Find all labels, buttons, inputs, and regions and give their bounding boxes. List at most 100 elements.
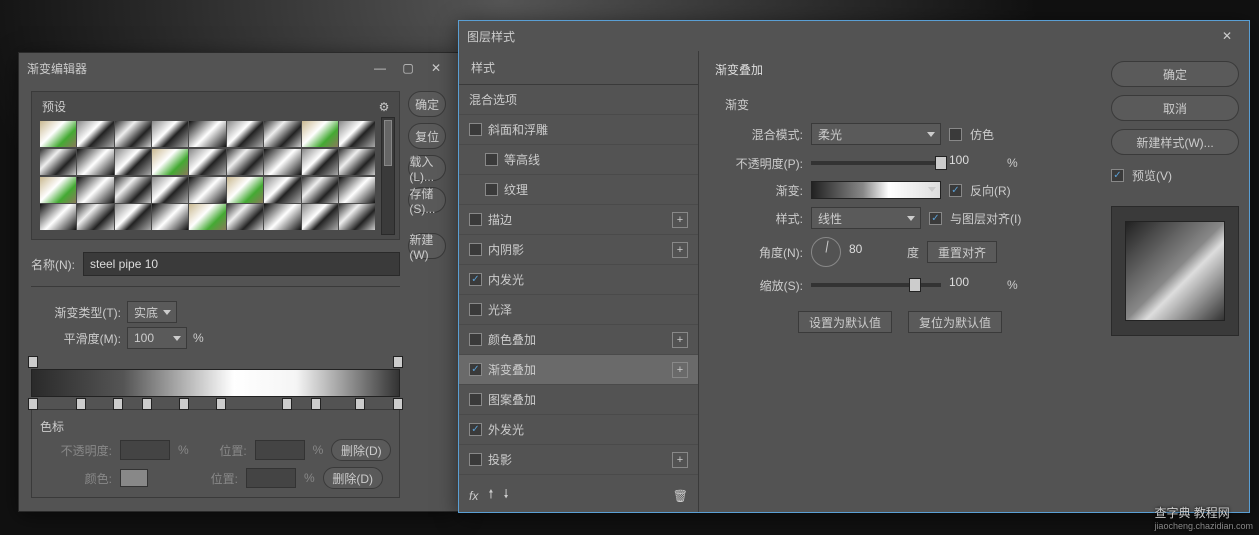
preset-swatch[interactable] — [227, 204, 263, 230]
opacity-value[interactable]: 100 — [949, 153, 999, 173]
opacity-slider[interactable] — [811, 161, 941, 165]
style-item-纹理[interactable]: 纹理 — [459, 175, 698, 205]
style-checkbox[interactable] — [469, 273, 482, 286]
angle-dial[interactable] — [811, 237, 841, 267]
preset-swatch[interactable] — [115, 204, 151, 230]
color-stop[interactable] — [311, 398, 321, 410]
style-item-描边[interactable]: 描边+ — [459, 205, 698, 235]
cancel-button[interactable]: 取消 — [1111, 95, 1239, 121]
ok-button[interactable]: 确定 — [1111, 61, 1239, 87]
color-stop[interactable] — [142, 398, 152, 410]
smoothness-input[interactable]: 100 — [127, 327, 187, 349]
reset-default-button[interactable]: 复位为默认值 — [908, 311, 1002, 333]
preset-swatch[interactable] — [77, 204, 113, 230]
preset-swatch[interactable] — [40, 204, 76, 230]
preset-swatch[interactable] — [264, 177, 300, 203]
blending-options-item[interactable]: 混合选项 — [459, 85, 698, 115]
new-button[interactable]: 新建(W) — [408, 233, 446, 259]
preset-swatch[interactable] — [152, 149, 188, 175]
preset-swatch[interactable] — [302, 149, 338, 175]
position-input[interactable] — [255, 440, 305, 460]
layer-style-titlebar[interactable]: 图层样式 ✕ — [459, 21, 1249, 51]
preset-swatch[interactable] — [339, 204, 375, 230]
preset-swatch[interactable] — [115, 177, 151, 203]
preset-swatch[interactable] — [115, 149, 151, 175]
scale-value[interactable]: 100 — [949, 275, 999, 295]
scale-slider[interactable] — [811, 283, 941, 287]
preset-scrollbar[interactable] — [381, 117, 395, 235]
color-stop[interactable] — [28, 398, 38, 410]
opacity-input[interactable] — [120, 440, 170, 460]
down-arrow-icon[interactable]: 🠗 — [504, 485, 509, 506]
color-stop[interactable] — [355, 398, 365, 410]
preset-swatch[interactable] — [189, 204, 225, 230]
preset-swatch[interactable] — [77, 177, 113, 203]
preset-swatch[interactable] — [339, 121, 375, 147]
add-effect-icon[interactable]: + — [672, 452, 688, 468]
style-checkbox[interactable] — [469, 213, 482, 226]
color-position-input[interactable] — [246, 468, 296, 488]
preset-swatch[interactable] — [189, 149, 225, 175]
angle-value[interactable]: 80 — [849, 242, 899, 262]
preset-swatch[interactable] — [302, 177, 338, 203]
preset-swatch[interactable] — [77, 121, 113, 147]
preset-swatch[interactable] — [302, 204, 338, 230]
save-button[interactable]: 存储(S)... — [408, 187, 446, 213]
preset-swatch[interactable] — [152, 121, 188, 147]
reset-button[interactable]: 复位 — [408, 123, 446, 149]
minimize-button[interactable]: ― — [366, 57, 394, 79]
style-item-投影[interactable]: 投影+ — [459, 445, 698, 475]
gradient-picker[interactable] — [811, 181, 941, 199]
style-checkbox[interactable] — [469, 243, 482, 256]
set-default-button[interactable]: 设置为默认值 — [798, 311, 892, 333]
ok-button[interactable]: 确定 — [408, 91, 446, 117]
reverse-checkbox[interactable] — [949, 184, 962, 197]
add-effect-icon[interactable]: + — [672, 242, 688, 258]
style-item-图案叠加[interactable]: 图案叠加 — [459, 385, 698, 415]
preset-swatch[interactable] — [152, 177, 188, 203]
preset-swatch[interactable] — [40, 121, 76, 147]
preset-swatch[interactable] — [264, 149, 300, 175]
gradient-name-input[interactable] — [83, 252, 400, 276]
load-button[interactable]: 载入(L)... — [408, 155, 446, 181]
opacity-stop[interactable] — [393, 356, 403, 368]
maximize-button[interactable]: ▢ — [394, 57, 422, 79]
style-item-外发光[interactable]: 外发光 — [459, 415, 698, 445]
align-checkbox[interactable] — [929, 212, 942, 225]
style-checkbox[interactable] — [469, 453, 482, 466]
style-item-内发光[interactable]: 内发光 — [459, 265, 698, 295]
style-item-光泽[interactable]: 光泽 — [459, 295, 698, 325]
color-stop[interactable] — [216, 398, 226, 410]
style-checkbox[interactable] — [469, 303, 482, 316]
style-checkbox[interactable] — [469, 333, 482, 346]
gradient-editor-titlebar[interactable]: 渐变编辑器 ― ▢ ✕ — [19, 53, 458, 83]
preset-swatch[interactable] — [77, 149, 113, 175]
color-stop[interactable] — [282, 398, 292, 410]
preset-swatch[interactable] — [189, 177, 225, 203]
style-checkbox[interactable] — [485, 183, 498, 196]
preset-swatch[interactable] — [302, 121, 338, 147]
opacity-stop[interactable] — [28, 356, 38, 368]
preset-swatch[interactable] — [227, 177, 263, 203]
delete-color-stop-button[interactable]: 删除(D) — [323, 467, 383, 489]
color-stop[interactable] — [179, 398, 189, 410]
up-arrow-icon[interactable]: 🠕 — [488, 485, 493, 506]
delete-opacity-stop-button[interactable]: 删除(D) — [331, 439, 391, 461]
preset-swatch[interactable] — [115, 121, 151, 147]
preset-swatch[interactable] — [40, 177, 76, 203]
style-item-斜面和浮雕[interactable]: 斜面和浮雕 — [459, 115, 698, 145]
preset-swatch[interactable] — [339, 149, 375, 175]
style-item-渐变叠加[interactable]: 渐变叠加+ — [459, 355, 698, 385]
style-checkbox[interactable] — [469, 363, 482, 376]
trash-icon[interactable]: 🗑 — [673, 489, 688, 503]
preset-swatch[interactable] — [264, 121, 300, 147]
new-style-button[interactable]: 新建样式(W)... — [1111, 129, 1239, 155]
preset-swatch[interactable] — [152, 204, 188, 230]
add-effect-icon[interactable]: + — [672, 212, 688, 228]
add-effect-icon[interactable]: + — [672, 362, 688, 378]
fx-icon[interactable]: fx — [469, 489, 478, 503]
gear-icon[interactable]: ⚙ — [379, 100, 390, 114]
preset-swatch[interactable] — [264, 204, 300, 230]
style-checkbox[interactable] — [469, 423, 482, 436]
style-checkbox[interactable] — [469, 123, 482, 136]
